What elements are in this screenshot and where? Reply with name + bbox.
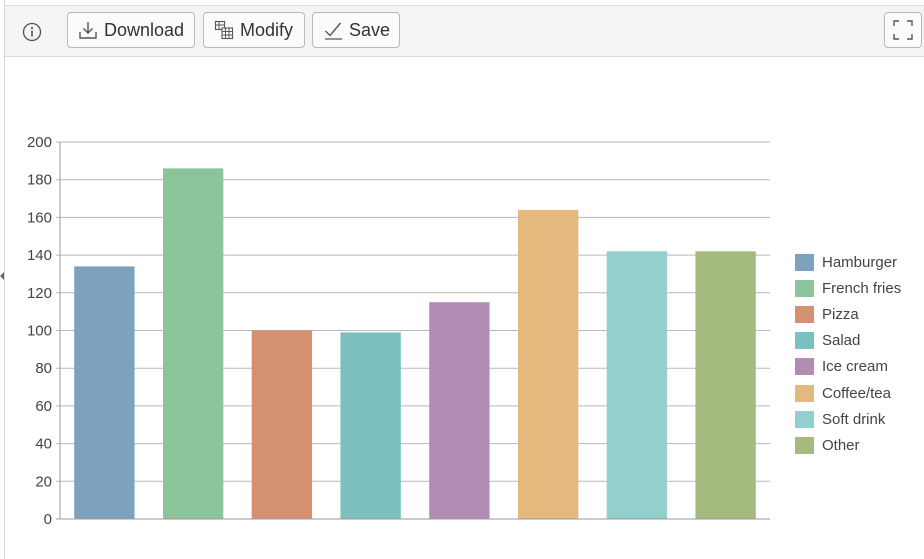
- y-tick-label: 0: [44, 511, 52, 528]
- legend-swatch: [795, 384, 814, 402]
- modify-button[interactable]: Modify: [203, 12, 305, 48]
- info-button[interactable]: [21, 21, 43, 43]
- y-tick-label: 40: [35, 436, 52, 453]
- chart-legend: Hamburger French fries Pizza Salad Ice cream…: [795, 249, 901, 459]
- download-icon: [78, 20, 98, 40]
- info-icon: [22, 22, 42, 42]
- y-tick-label: 120: [27, 285, 52, 302]
- bar-salad: [340, 332, 401, 519]
- legend-label: Pizza: [822, 305, 859, 323]
- legend-label: Coffee/tea: [822, 384, 891, 402]
- legend-item[interactable]: Coffee/tea: [795, 380, 901, 406]
- legend-swatch: [795, 410, 814, 428]
- y-tick-label: 80: [35, 360, 52, 377]
- table-edit-icon: [214, 20, 234, 40]
- y-tick-label: 200: [27, 134, 52, 151]
- download-label: Download: [104, 19, 185, 40]
- bar-pizza: [251, 330, 313, 519]
- bar-other: [695, 251, 756, 519]
- legend-swatch: [795, 253, 814, 271]
- legend-item[interactable]: Salad: [795, 328, 901, 354]
- y-tick-label: 100: [27, 323, 52, 340]
- bar-french-fries: [162, 168, 224, 519]
- fullscreen-icon: [893, 20, 913, 40]
- legend-item[interactable]: Pizza: [795, 301, 901, 327]
- save-button[interactable]: Save: [312, 12, 400, 48]
- chart-area: 0 20 40 60 80 100 120 140 160 180 200 Hamburger Fre…: [0, 57, 924, 559]
- bar-soft-drink: [606, 251, 668, 519]
- y-tick-label: 160: [27, 209, 52, 226]
- bar-coffee-tea: [517, 209, 579, 520]
- fullscreen-button[interactable]: [884, 12, 922, 48]
- legend-swatch: [795, 305, 814, 323]
- download-button[interactable]: Download: [67, 12, 195, 48]
- legend-swatch: [795, 436, 814, 454]
- legend-label: Soft drink: [822, 410, 886, 428]
- legend-item[interactable]: Other: [795, 432, 901, 458]
- modify-label: Modify: [240, 19, 294, 40]
- legend-label: Ice cream: [822, 358, 888, 376]
- legend-label: Other: [822, 436, 860, 454]
- legend-item[interactable]: Hamburger: [795, 249, 901, 275]
- bar-ice-cream: [429, 302, 490, 519]
- legend-label: Hamburger: [822, 253, 898, 271]
- bar-hamburger: [74, 266, 135, 519]
- y-tick-label: 140: [27, 247, 52, 264]
- bar-chart: 0 20 40 60 80 100 120 140 160 180 200: [27, 134, 770, 528]
- toolbar: Download Modify Save: [5, 5, 924, 57]
- y-tick-label: 20: [35, 473, 52, 490]
- legend-item[interactable]: French fries: [795, 275, 901, 301]
- legend-label: French fries: [822, 279, 902, 297]
- legend-item[interactable]: Soft drink: [795, 406, 901, 432]
- legend-item[interactable]: Ice cream: [795, 354, 901, 380]
- legend-swatch: [795, 332, 814, 350]
- y-tick-label: 180: [27, 172, 52, 189]
- legend-swatch: [795, 279, 814, 297]
- y-tick-label: 60: [35, 398, 52, 415]
- legend-swatch: [795, 358, 814, 376]
- checkmark-icon: [323, 20, 343, 40]
- save-label: Save: [349, 19, 391, 40]
- legend-label: Salad: [822, 332, 861, 350]
